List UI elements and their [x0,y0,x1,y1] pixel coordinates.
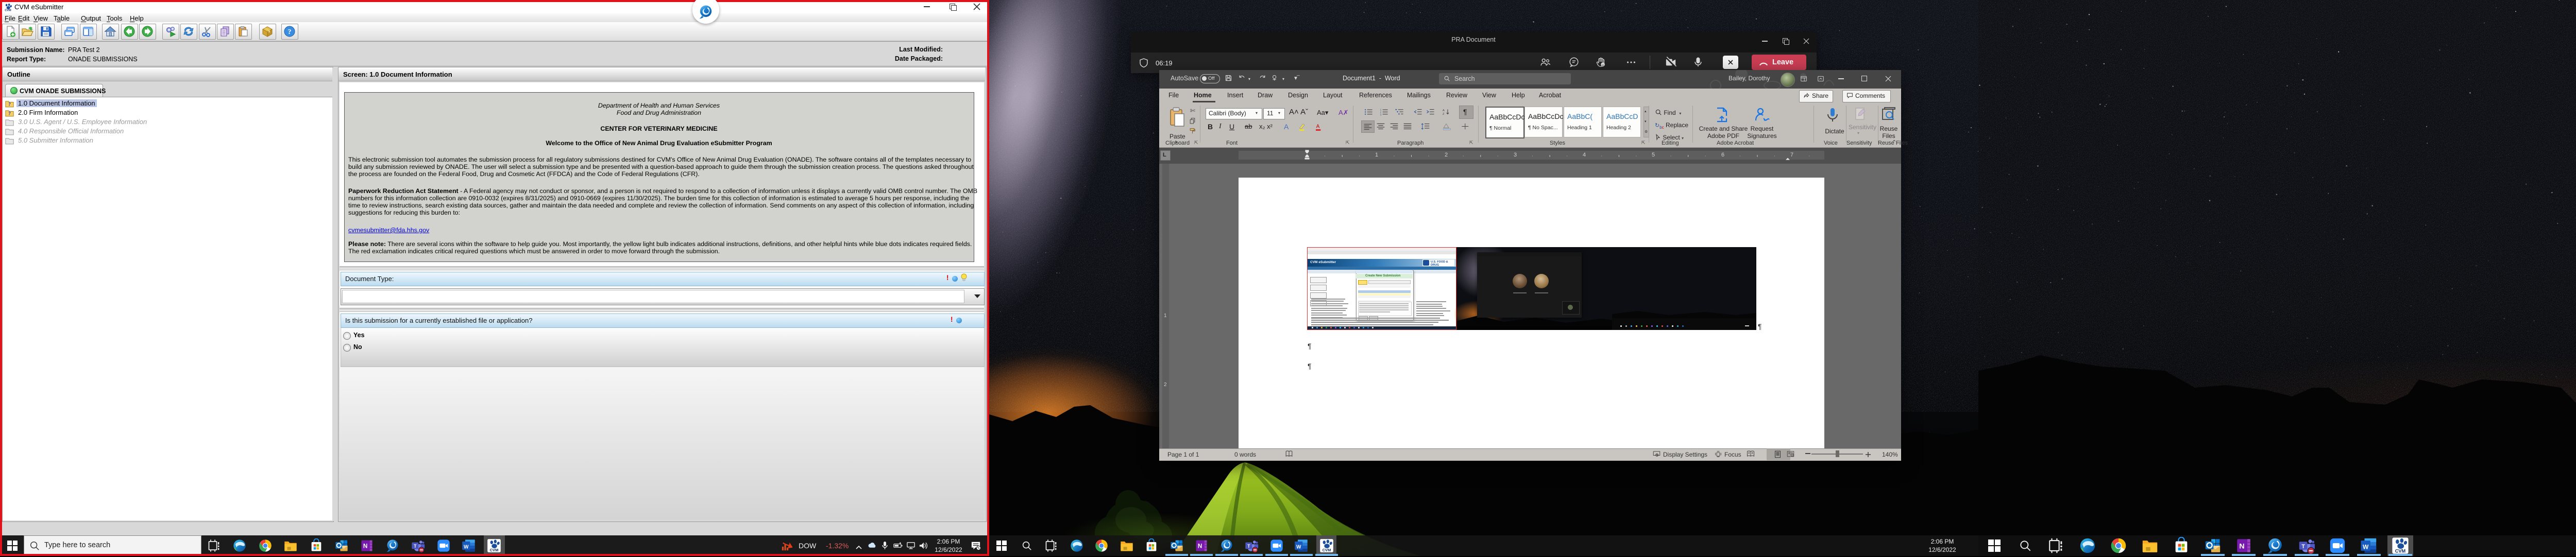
svg-text:1: 1 [1380,109,1382,111]
svg-text:T: T [2301,544,2305,550]
svg-text:A: A [1316,124,1320,130]
svg-text:3: 3 [1380,114,1382,116]
svg-text:A: A [1443,109,1445,112]
svg-text:Z: Z [1443,113,1445,116]
svg-text:CVM: CVM [2395,548,2405,553]
svg-text:W: W [2363,543,2369,550]
svg-text:CVM: CVM [1322,548,1331,552]
svg-text:W: W [1296,544,1301,550]
svg-text:N: N [2240,543,2245,551]
svg-text:T: T [1247,544,1250,549]
svg-text:N: N [1198,543,1202,550]
svg-text:2: 2 [1380,111,1382,114]
